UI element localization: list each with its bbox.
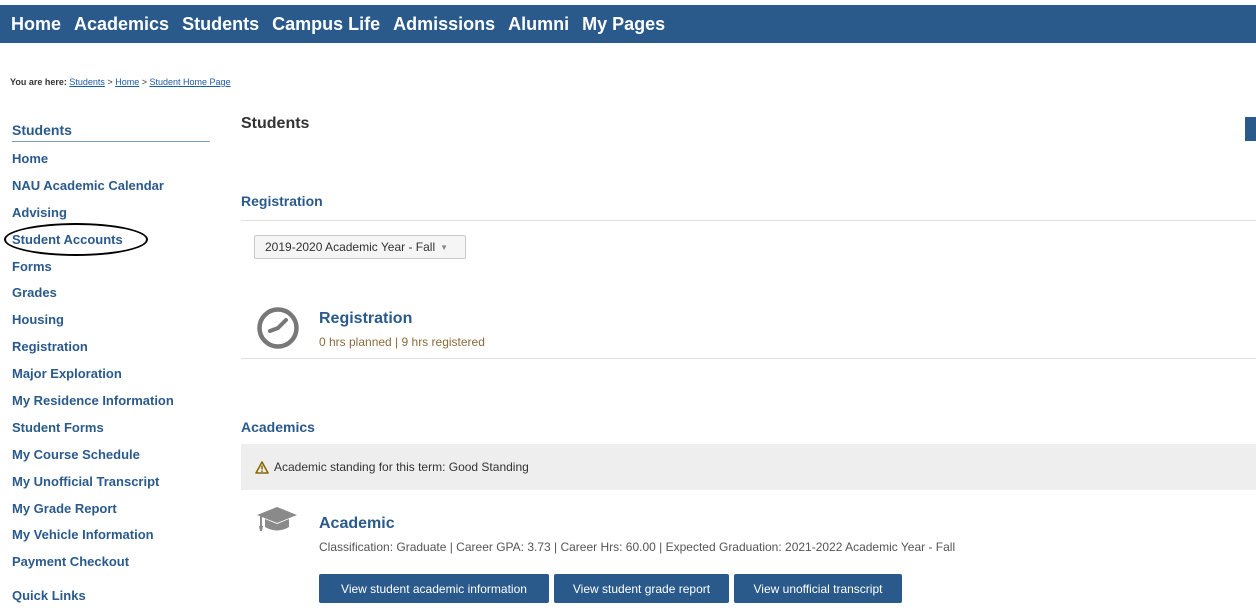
view-unofficial-transcript-button[interactable]: View unofficial transcript [734, 574, 902, 603]
sidebar-item-major-exploration[interactable]: Major Exploration [12, 365, 210, 392]
sidebar-menu: Home NAU Academic Calendar Advising Stud… [4, 150, 210, 580]
breadcrumb-separator: > [141, 77, 147, 87]
sidebar-item-grades[interactable]: Grades [12, 284, 210, 311]
breadcrumb-link-students[interactable]: Students [69, 77, 105, 87]
view-academic-information-button[interactable]: View student academic information [319, 574, 549, 603]
graduation-cap-icon [257, 507, 297, 531]
sidebar-item-advising[interactable]: Advising [12, 204, 210, 231]
sidebar-item-my-course-schedule[interactable]: My Course Schedule [12, 446, 210, 473]
sidebar-item-student-accounts[interactable]: Student Accounts [4, 222, 210, 258]
view-grade-report-button[interactable]: View student grade report [554, 574, 729, 603]
registration-card-title[interactable]: Registration [319, 310, 412, 328]
sidebar-item-nau-academic-calendar[interactable]: NAU Academic Calendar [12, 177, 210, 204]
nav-home[interactable]: Home [11, 14, 61, 35]
breadcrumb-link-student-home-page[interactable]: Student Home Page [150, 77, 231, 87]
sidebar-item-payment-checkout[interactable]: Payment Checkout [12, 553, 210, 580]
sidebar-item-student-forms[interactable]: Student Forms [12, 419, 210, 446]
sidebar-item-my-grade-report[interactable]: My Grade Report [12, 500, 210, 527]
sidebar-item-my-residence-information[interactable]: My Residence Information [12, 392, 210, 419]
warning-icon [255, 460, 269, 474]
breadcrumb-link-home[interactable]: Home [115, 77, 139, 87]
breadcrumb-separator: > [107, 77, 113, 87]
sidebar-item-my-vehicle-information[interactable]: My Vehicle Information [12, 526, 210, 553]
page-title: Students [241, 115, 310, 132]
sidebar-item-home[interactable]: Home [12, 150, 210, 177]
sidebar-item-forms[interactable]: Forms [12, 258, 210, 285]
academic-summary: Classification: Graduate | Career GPA: 3… [319, 540, 956, 554]
nav-academics[interactable]: Academics [74, 14, 169, 35]
sidebar-item-my-unofficial-transcript[interactable]: My Unofficial Transcript [12, 473, 210, 500]
academic-card-title[interactable]: Academic [319, 515, 395, 533]
term-select[interactable]: 2019-2020 Academic Year - Fall ▼ [254, 235, 466, 259]
academic-standing-bar: Academic standing for this term: Good St… [241, 444, 1256, 490]
breadcrumb: You are here: Students > Home > Student … [10, 77, 231, 87]
academics-heading: Academics [241, 419, 315, 435]
main-content: Students Registration 2019-2020 Academic… [241, 0, 1256, 610]
registration-heading: Registration [241, 193, 323, 209]
term-select-value: 2019-2020 Academic Year - Fall [265, 240, 436, 254]
clock-icon [257, 307, 299, 349]
breadcrumb-lead: You are here: [10, 77, 67, 87]
registration-card-divider [241, 358, 1256, 359]
sidebar-item-housing[interactable]: Housing [12, 311, 210, 338]
chevron-down-icon: ▼ [440, 242, 449, 252]
academic-standing-text: Academic standing for this term: Good St… [274, 460, 529, 474]
sidebar-title: Students [12, 122, 210, 142]
sidebar: Students Home NAU Academic Calendar Advi… [4, 122, 210, 604]
side-tab[interactable] [1245, 117, 1256, 141]
registration-summary: 0 hrs planned | 9 hrs registered [319, 335, 485, 349]
quick-links-heading: Quick Links [12, 588, 86, 604]
sidebar-item-label: Student Accounts [12, 231, 123, 247]
sidebar-item-registration[interactable]: Registration [12, 338, 210, 365]
registration-divider [241, 220, 1256, 221]
